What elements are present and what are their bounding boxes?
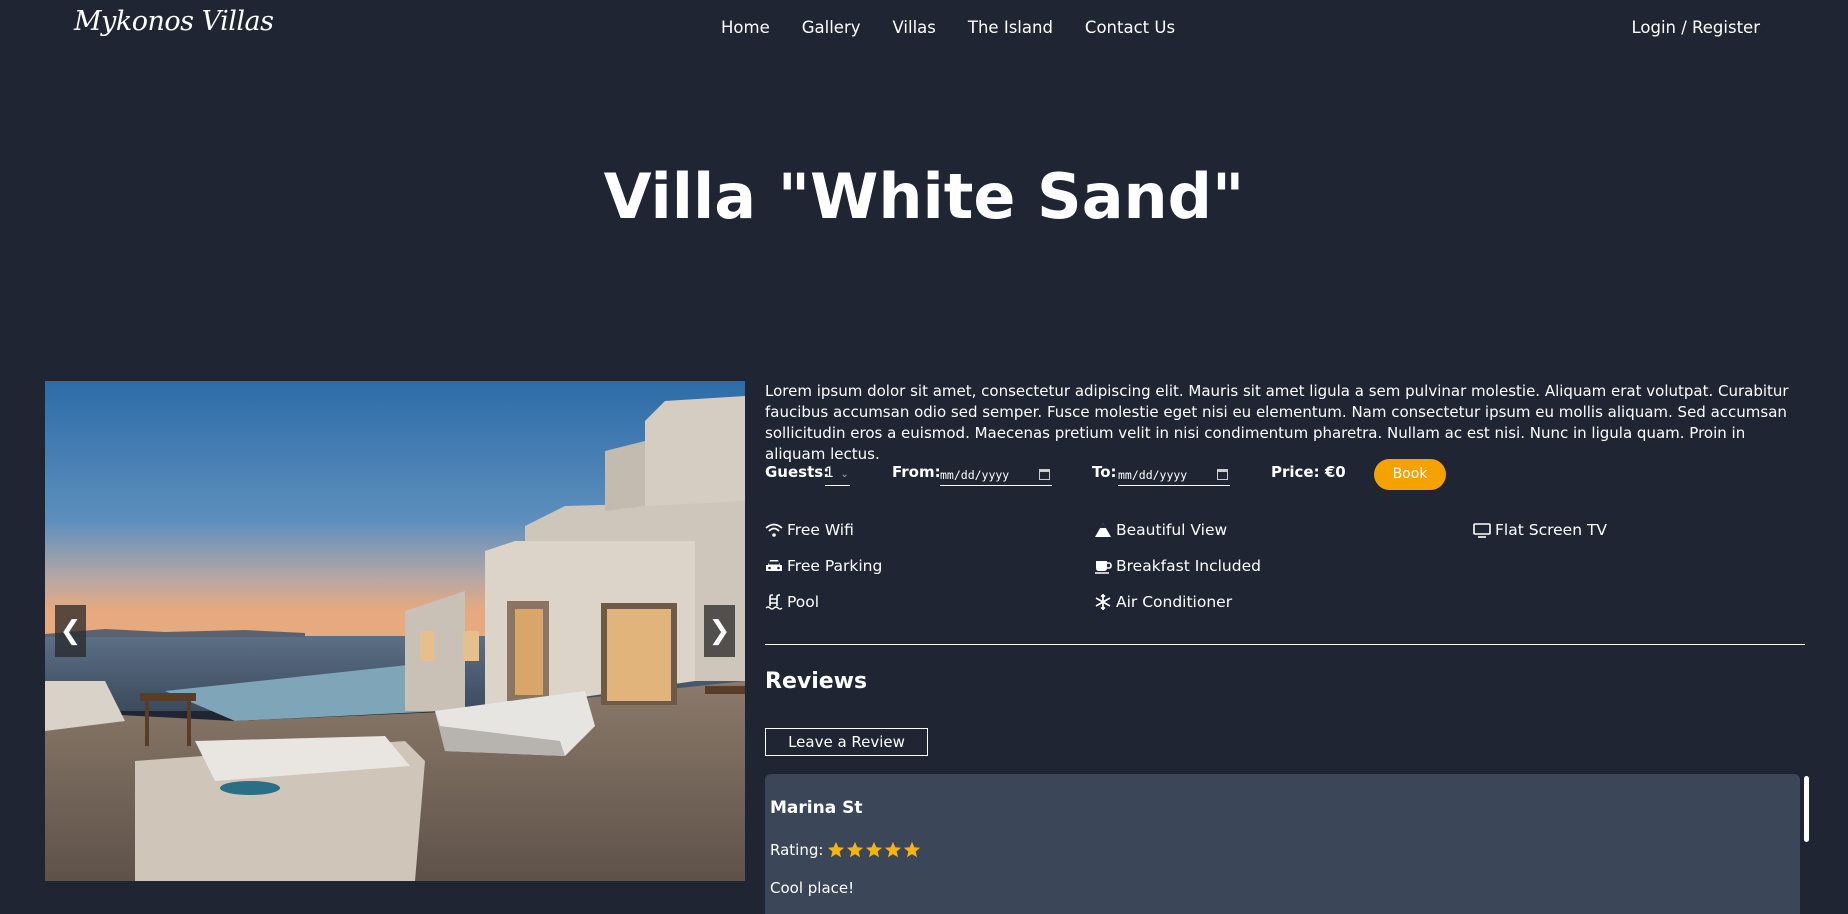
nav-contact-link[interactable]: Contact Us — [1085, 18, 1175, 37]
guests-value: 1 — [825, 465, 834, 481]
review-rating: Rating: — [770, 841, 921, 859]
wifi-icon — [765, 523, 783, 537]
star-icon — [885, 841, 902, 858]
car-icon — [766, 560, 782, 571]
star-icon — [828, 841, 845, 858]
rating-label: Rating: — [770, 841, 824, 859]
amenity-breakfast-included: Breakfast Included — [1094, 557, 1261, 575]
snowflake-icon — [1095, 594, 1111, 610]
star-icon — [847, 841, 864, 858]
calendar-icon[interactable] — [1039, 469, 1050, 480]
top-nav: Mykonos Villas Home Gallery Villas The I… — [0, 0, 1848, 58]
site-logo[interactable]: Mykonos Villas — [74, 6, 274, 37]
amenity-beautiful-view: Beautiful View — [1094, 521, 1227, 539]
amenity-flat-screen-tv: Flat Screen TV — [1473, 521, 1607, 539]
page-title: Villa "White Sand" — [603, 160, 1245, 233]
star-icon — [866, 841, 883, 858]
villa-image-carousel: ❮ ❯ — [45, 381, 745, 881]
login-register-link[interactable]: Login / Register — [1632, 18, 1761, 37]
rating-stars — [827, 841, 921, 859]
guests-label: Guests: — [765, 463, 830, 481]
book-button[interactable]: Book — [1374, 459, 1446, 490]
to-date-input[interactable]: mm/dd/yyyy — [1118, 465, 1230, 486]
nav-links: Home Gallery Villas The Island Contact U… — [721, 18, 1207, 37]
carousel-next-button[interactable]: ❯ — [704, 605, 735, 657]
nav-home-link[interactable]: Home — [721, 18, 770, 37]
leave-review-button[interactable]: Leave a Review — [765, 728, 928, 756]
villa-photo — [45, 381, 745, 881]
reviews-heading: Reviews — [765, 669, 868, 694]
nav-gallery-link[interactable]: Gallery — [802, 18, 861, 37]
tv-icon — [1473, 523, 1491, 538]
pool-icon — [765, 594, 783, 610]
amenities-list: Free Wifi Beautiful View Flat Screen TV … — [765, 521, 1805, 631]
reviews-scrollbar[interactable] — [1804, 776, 1809, 842]
star-icon — [904, 841, 921, 858]
chevron-down-icon: ⌄ — [840, 469, 849, 480]
reviewer-name: Marina St — [770, 798, 863, 818]
carousel-prev-button[interactable]: ❮ — [55, 605, 86, 657]
nav-island-link[interactable]: The Island — [968, 18, 1053, 37]
guests-select[interactable]: 1 ⌄ — [825, 465, 850, 486]
coffee-icon — [1095, 561, 1112, 574]
review-comment: Cool place! — [770, 879, 855, 897]
from-label: From: — [892, 463, 941, 481]
review-card: Marina St Rating: Cool place! — [765, 774, 1809, 914]
from-date-placeholder: mm/dd/yyyy — [940, 468, 1010, 482]
villa-details: Lorem ipsum dolor sit amet, consectetur … — [765, 381, 1809, 914]
nav-villas-link[interactable]: Villas — [893, 18, 936, 37]
amenity-air-conditioner: Air Conditioner — [1094, 593, 1232, 611]
from-date-input[interactable]: mm/dd/yyyy — [940, 465, 1052, 486]
section-divider — [765, 644, 1805, 645]
mountain-icon — [1095, 523, 1111, 537]
booking-form: Guests: 1 ⌄ From: mm/dd/yyyy To: mm/dd/y… — [765, 459, 1805, 491]
calendar-icon[interactable] — [1217, 469, 1228, 480]
amenity-free-wifi: Free Wifi — [765, 521, 854, 539]
villa-description: Lorem ipsum dolor sit amet, consectetur … — [765, 382, 1789, 463]
price-display: Price: €0 — [1271, 463, 1346, 481]
amenity-free-parking: Free Parking — [765, 557, 882, 575]
to-label: To: — [1092, 463, 1117, 481]
to-date-placeholder: mm/dd/yyyy — [1118, 468, 1188, 482]
amenity-pool: Pool — [765, 593, 819, 611]
